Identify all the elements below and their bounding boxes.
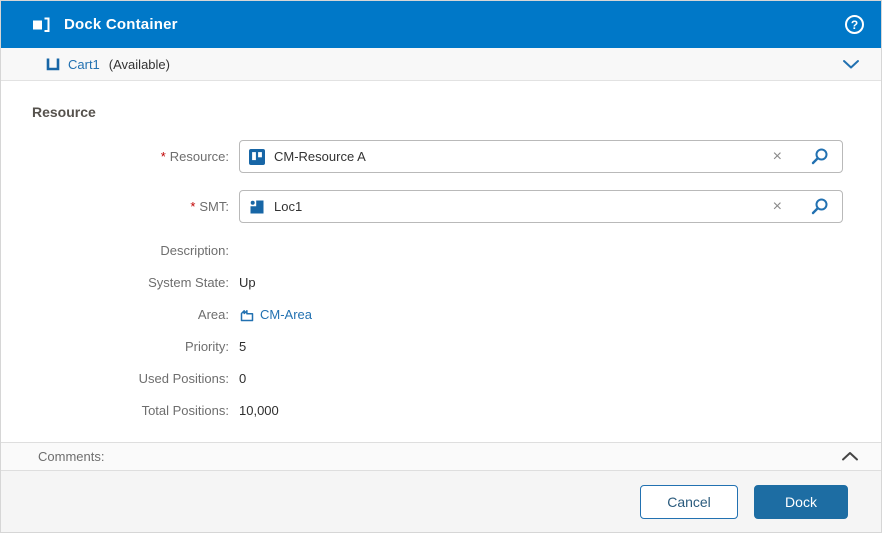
required-marker: * xyxy=(161,149,166,164)
dialog-title: Dock Container xyxy=(64,16,178,33)
cart-name: Cart1 xyxy=(68,57,100,72)
clear-icon[interactable]: × xyxy=(771,149,784,165)
cart-status: (Available) xyxy=(109,57,170,72)
resource-value: CM-Resource A xyxy=(274,149,366,164)
chevron-up-icon[interactable] xyxy=(841,451,859,462)
comments-section-bar: Comments: xyxy=(1,442,881,471)
dock-icon xyxy=(31,15,51,35)
detail-row-description: Description: xyxy=(1,242,881,259)
resource-icon xyxy=(249,149,265,165)
smt-label-text: SMT: xyxy=(199,199,229,214)
area-factory-icon xyxy=(239,307,255,323)
search-icon[interactable] xyxy=(810,197,829,216)
location-icon xyxy=(249,199,265,215)
comments-label: Comments: xyxy=(38,449,104,464)
dock-button[interactable]: Dock xyxy=(754,485,848,519)
resource-label-text: Resource: xyxy=(170,149,229,164)
dock-container-dialog: Dock Container ? Cart1 (Available) Resou… xyxy=(0,0,882,533)
system-state-label: System State: xyxy=(1,275,239,290)
detail-row-area: Area: CM-Area xyxy=(1,306,881,323)
required-marker: * xyxy=(190,199,195,214)
resource-input[interactable]: CM-Resource A × xyxy=(239,140,843,173)
dialog-body: Resource * Resource: CM-Resource A xyxy=(1,81,881,442)
section-title: Resource xyxy=(32,104,881,120)
area-link[interactable]: CM-Area xyxy=(260,307,312,322)
smt-field-row: * SMT: Loc1 × xyxy=(1,190,843,223)
detail-row-system-state: System State: Up xyxy=(1,274,881,291)
search-icon[interactable] xyxy=(810,147,829,166)
smt-label: * SMT: xyxy=(1,199,239,214)
chevron-down-icon[interactable] xyxy=(842,59,860,70)
total-positions-value: 10,000 xyxy=(239,403,279,418)
smt-value: Loc1 xyxy=(274,199,302,214)
resource-field-row: * Resource: CM-Resource A × xyxy=(1,140,843,173)
clear-icon[interactable]: × xyxy=(771,199,784,215)
detail-row-priority: Priority: 5 xyxy=(1,338,881,355)
cancel-button[interactable]: Cancel xyxy=(640,485,738,519)
resource-label: * Resource: xyxy=(1,149,239,164)
area-label: Area: xyxy=(1,307,239,322)
resource-form: * Resource: CM-Resource A × xyxy=(1,140,881,419)
detail-row-used-positions: Used Positions: 0 xyxy=(1,370,881,387)
help-icon[interactable]: ? xyxy=(845,15,864,34)
used-positions-value: 0 xyxy=(239,371,246,386)
priority-label: Priority: xyxy=(1,339,239,354)
cart-summary-bar: Cart1 (Available) xyxy=(1,48,881,81)
dialog-header: Dock Container ? xyxy=(1,1,881,48)
detail-row-total-positions: Total Positions: 10,000 xyxy=(1,402,881,419)
smt-input[interactable]: Loc1 × xyxy=(239,190,843,223)
dialog-footer: Cancel Dock xyxy=(1,471,881,532)
priority-value: 5 xyxy=(239,339,246,354)
system-state-value: Up xyxy=(239,275,256,290)
used-positions-label: Used Positions: xyxy=(1,371,239,386)
container-icon xyxy=(45,56,61,72)
description-label: Description: xyxy=(1,243,239,258)
total-positions-label: Total Positions: xyxy=(1,403,239,418)
